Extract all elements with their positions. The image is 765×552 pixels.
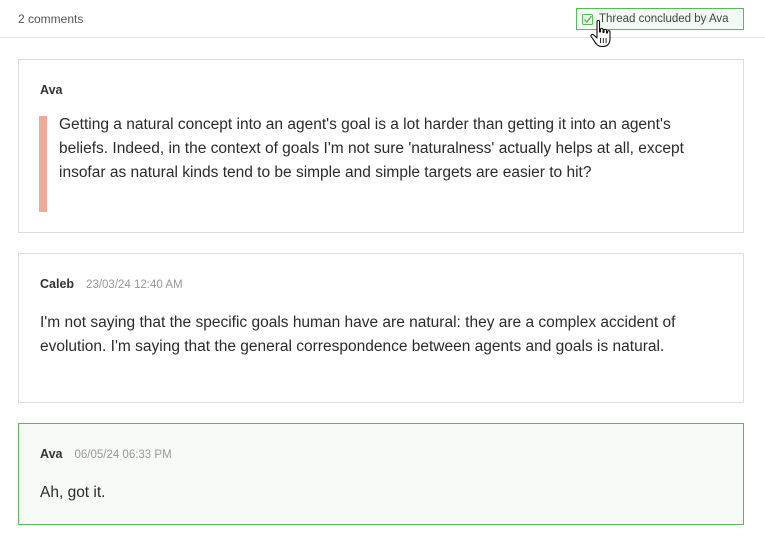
comment-card-concluding: Ava 06/05/24 06:33 PM Ah, got it. [18, 423, 744, 525]
comment-card: Ava Getting a natural concept into an ag… [18, 59, 744, 233]
thread-concluded-label: Thread concluded by Ava [599, 13, 729, 25]
comment-header: Ava 06/05/24 06:33 PM [40, 447, 172, 461]
comment-header: Caleb 23/03/24 12:40 AM [40, 277, 183, 291]
thread-concluded-badge[interactable]: Thread concluded by Ava [576, 8, 744, 30]
comment-quote-text: Getting a natural concept into an agent'… [59, 116, 684, 181]
thread-header: 2 comments Thread concluded by Ava [0, 0, 765, 38]
checkbox-check-icon [582, 13, 593, 25]
comment-author[interactable]: Ava [40, 83, 62, 97]
comment-quote: Getting a natural concept into an agent'… [39, 116, 719, 212]
comment-timestamp: 06/05/24 06:33 PM [74, 449, 172, 461]
comment-text: Ah, got it. [40, 484, 106, 501]
comment-header: Ava [40, 83, 62, 97]
comment-text: I'm not saying that the specific goals h… [40, 314, 676, 355]
comment-author[interactable]: Ava [40, 447, 62, 461]
comment-timestamp: 23/03/24 12:40 AM [86, 279, 183, 291]
comment-author[interactable]: Caleb [40, 277, 74, 291]
comment-card: Caleb 23/03/24 12:40 AM I'm not saying t… [18, 253, 744, 403]
comment-count: 2 comments [18, 12, 84, 26]
